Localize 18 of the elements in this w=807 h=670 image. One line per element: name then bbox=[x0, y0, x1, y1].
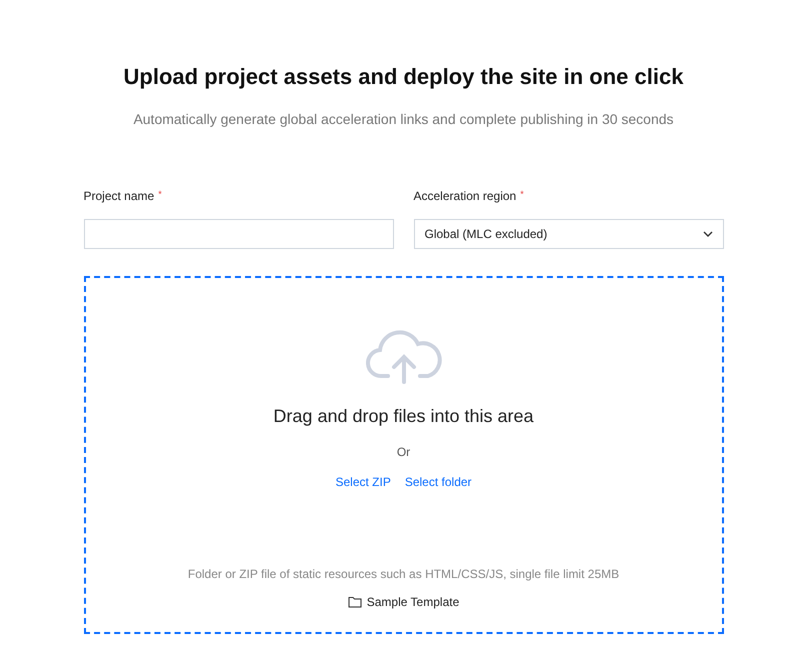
field-label: Acceleration region bbox=[414, 189, 516, 203]
upload-hint: Folder or ZIP file of static resources such as HTML/CSS/JS, single file limit 25MB bbox=[188, 567, 620, 581]
page-subtitle: Automatically generate global acceleration links and complete publishing in 30 seconds bbox=[133, 111, 674, 127]
select-link[interactable]: Select ZIP bbox=[335, 475, 391, 489]
required-mark: * bbox=[158, 189, 162, 199]
dropzone-heading: Drag and drop files into this area bbox=[273, 406, 534, 427]
page-title: Upload project assets and deploy the site in one click bbox=[124, 64, 684, 90]
select-link[interactable]: Select folder bbox=[404, 475, 472, 489]
field-label: Project name bbox=[84, 189, 154, 203]
project-name-input[interactable] bbox=[84, 219, 394, 249]
cloud-upload-icon bbox=[366, 330, 442, 384]
or-text: Or bbox=[396, 445, 410, 459]
upload-dropzone[interactable]: Drag and drop files into this area Or Select ZIP Select folder Folder or ZIP file of static resources such as HTML/CSS/JS, single file limit 25MB Sample Template bbox=[84, 276, 724, 634]
chevron-down-icon bbox=[702, 231, 712, 237]
required-mark: * bbox=[520, 189, 524, 199]
sample-template-link[interactable]: Sample Template bbox=[348, 595, 460, 609]
region-select[interactable]: Global (MLC excluded) bbox=[414, 219, 724, 249]
folder-icon bbox=[348, 596, 362, 608]
